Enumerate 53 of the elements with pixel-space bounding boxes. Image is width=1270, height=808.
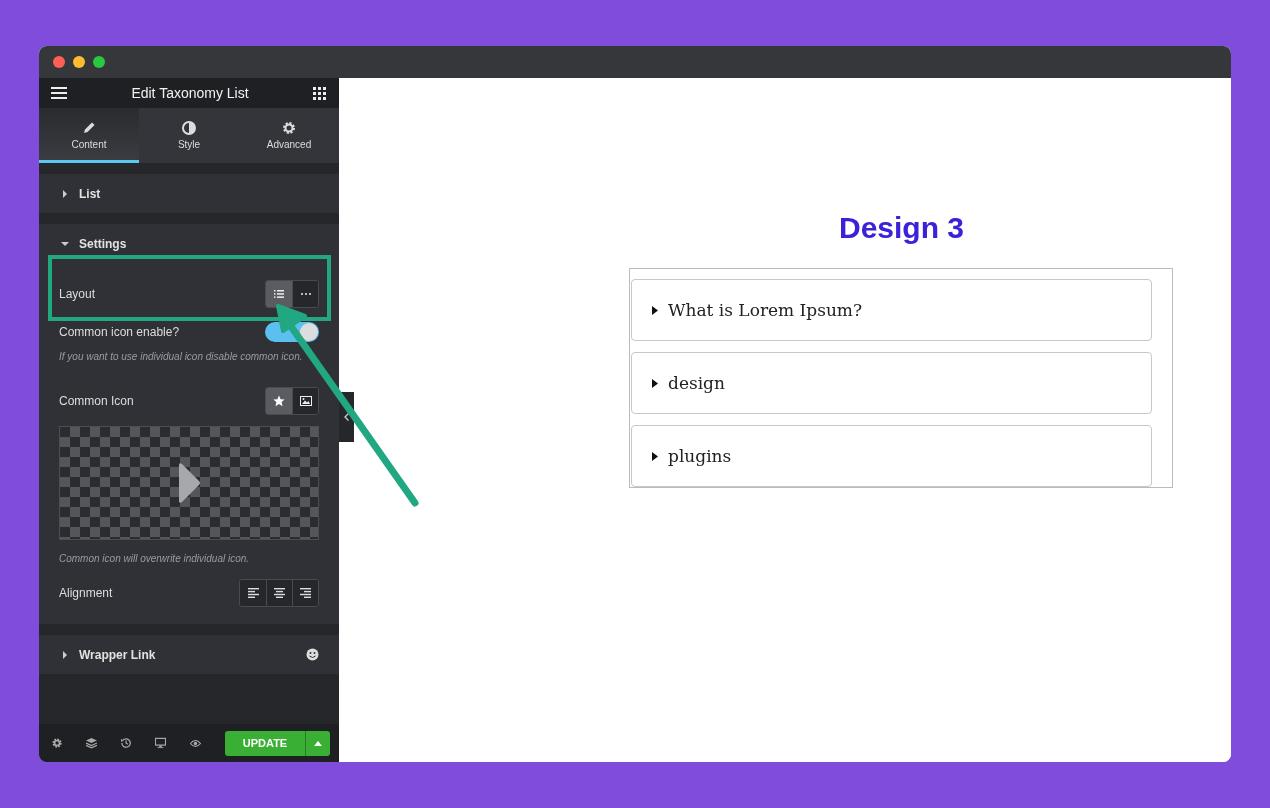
settings-icon[interactable] bbox=[52, 737, 63, 749]
align-right-button[interactable] bbox=[292, 580, 318, 606]
panel-tab[interactable]: Style bbox=[139, 108, 239, 163]
control-label: Alignment bbox=[59, 586, 113, 600]
section-header[interactable]: Settings bbox=[39, 224, 339, 263]
panel-tab[interactable]: Content bbox=[39, 108, 139, 163]
chevron-left-icon bbox=[344, 413, 349, 421]
minimize-button[interactable] bbox=[73, 56, 85, 68]
align-right-icon bbox=[300, 588, 311, 598]
monitor-icon[interactable] bbox=[155, 737, 167, 749]
list-item[interactable]: What is Lorem Ipsum? bbox=[631, 279, 1152, 341]
layers-icon[interactable] bbox=[86, 737, 98, 749]
save-options-button[interactable] bbox=[305, 730, 330, 756]
caret-up-icon bbox=[314, 740, 322, 746]
pencil-icon bbox=[82, 120, 96, 135]
align-left-icon bbox=[247, 588, 259, 598]
control-label: Common icon enable? bbox=[59, 325, 180, 339]
help-text: Common icon will overwrite individual icon. bbox=[59, 552, 251, 566]
panel-tab[interactable]: Advanced bbox=[239, 108, 339, 163]
close-button[interactable] bbox=[53, 56, 65, 68]
caret-icon bbox=[61, 189, 69, 198]
caret-icon bbox=[61, 650, 69, 659]
upload-svg-button[interactable] bbox=[292, 388, 318, 414]
caret-icon bbox=[61, 239, 69, 248]
align-center-button[interactable] bbox=[266, 580, 292, 606]
dynamic-tags-icon[interactable] bbox=[306, 648, 319, 661]
half-circle-icon bbox=[182, 120, 196, 135]
control-label: Common Icon bbox=[59, 394, 134, 408]
image-icon bbox=[299, 396, 312, 406]
caret-icon bbox=[652, 451, 658, 461]
gear-icon bbox=[282, 120, 296, 135]
align-center-icon bbox=[274, 588, 285, 598]
eye-icon[interactable] bbox=[190, 738, 201, 748]
control-label: Layout bbox=[59, 287, 96, 301]
section-header[interactable]: List bbox=[39, 174, 339, 213]
apps-grid-icon[interactable] bbox=[313, 86, 326, 100]
play-icon bbox=[177, 462, 201, 504]
list-item[interactable]: design bbox=[631, 352, 1152, 414]
help-text: If you want to use individual icon disable common icon. bbox=[59, 350, 304, 364]
star-icon bbox=[273, 395, 285, 407]
list-layout-button[interactable] bbox=[266, 281, 292, 307]
list-item[interactable]: plugins bbox=[631, 425, 1152, 487]
list-icon bbox=[274, 290, 284, 298]
panel-title: Edit Taxonomy List bbox=[131, 85, 249, 101]
section-header[interactable]: Wrapper Link bbox=[39, 635, 339, 674]
menu-icon[interactable] bbox=[51, 87, 67, 99]
caret-icon bbox=[652, 378, 658, 388]
heading: Design 3 bbox=[837, 211, 964, 245]
history-icon[interactable] bbox=[121, 737, 132, 749]
caret-icon bbox=[652, 305, 658, 315]
zoom-button[interactable] bbox=[93, 56, 105, 68]
icon-library-button[interactable] bbox=[266, 388, 292, 414]
align-left-button[interactable] bbox=[240, 580, 266, 606]
